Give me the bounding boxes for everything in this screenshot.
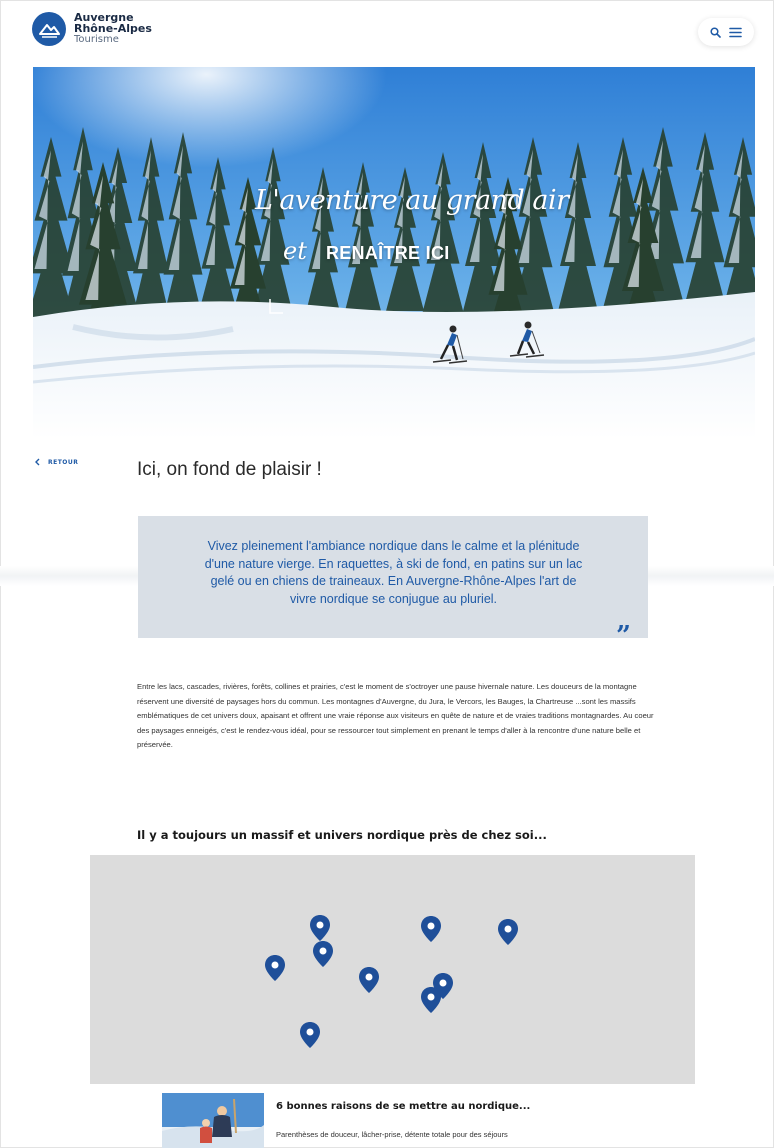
card-thumbnail[interactable] bbox=[162, 1093, 264, 1148]
map-pin-icon[interactable] bbox=[420, 915, 442, 943]
card-title[interactable]: 6 bonnes raisons de se mettre au nordiqu… bbox=[276, 1101, 530, 1112]
chevron-left-icon bbox=[35, 458, 40, 466]
hero-image: L'aventure au grand air et RENAÎTRE ICI bbox=[33, 67, 755, 439]
logo-line-3: Tourisme bbox=[74, 34, 119, 45]
page-title: Ici, on fond de plaisir ! bbox=[137, 459, 322, 480]
quote-mark-icon: ” bbox=[616, 621, 631, 651]
map-pin-icon[interactable] bbox=[497, 918, 519, 946]
back-link-label: RETOUR bbox=[48, 458, 79, 466]
back-link[interactable]: RETOUR bbox=[35, 458, 78, 466]
hero-headline-caps: RENAÎTRE ICI bbox=[325, 243, 450, 263]
map-pin-icon[interactable] bbox=[358, 966, 380, 994]
header-actions bbox=[698, 18, 754, 46]
search-icon[interactable] bbox=[710, 26, 721, 38]
hero-headline-et: et bbox=[283, 237, 307, 265]
intro-quote-text: Vivez pleinement l'ambiance nordique dan… bbox=[204, 539, 583, 606]
card-excerpt: Parenthèses de douceur, lâcher-prise, dé… bbox=[276, 1130, 508, 1139]
map-pin-icon[interactable] bbox=[309, 914, 331, 942]
body-paragraph: Entre les lacs, cascades, rivières, forê… bbox=[137, 682, 654, 750]
site-logo[interactable]: Auvergne Rhône-Alpes Tourisme bbox=[32, 12, 152, 46]
hero-headline-script: L'aventure au grand air bbox=[255, 185, 569, 216]
intro-quote-box: Vivez pleinement l'ambiance nordique dan… bbox=[138, 516, 648, 638]
hero-headline: et RENAÎTRE ICI bbox=[283, 237, 450, 265]
map-section-title: Il y a toujours un massif et univers nor… bbox=[137, 828, 547, 842]
map-pin-icon[interactable] bbox=[299, 1021, 321, 1049]
map-pin-icon[interactable] bbox=[312, 940, 334, 968]
menu-icon[interactable] bbox=[729, 27, 742, 38]
massifs-map[interactable] bbox=[90, 855, 695, 1084]
map-pin-icon[interactable] bbox=[420, 986, 442, 1014]
logo-mountain-icon bbox=[32, 12, 66, 46]
map-pin-icon[interactable] bbox=[264, 954, 286, 982]
logo-line-2: Rhône-Alpes bbox=[74, 22, 152, 35]
